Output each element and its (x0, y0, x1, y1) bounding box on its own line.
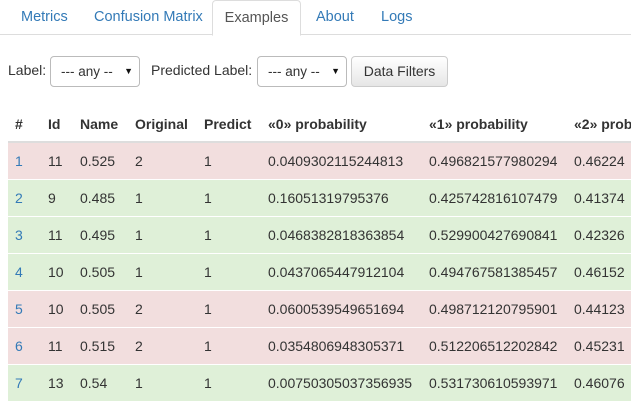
tab-logs[interactable]: Logs (381, 0, 412, 35)
cell-prob-0: 0.0409302115244813 (268, 153, 404, 169)
cell-predict: 1 (204, 153, 212, 169)
cell-predict: 1 (204, 190, 212, 206)
cell-prob-1: 0.425742816107479 (429, 190, 558, 206)
examples-table: # Id Name Original Predict «0» probabili… (8, 106, 631, 402)
cell-prob-0: 0.00750305037356935 (268, 375, 413, 391)
tab-metrics[interactable]: Metrics (21, 0, 68, 35)
column-header-name: Name (80, 116, 119, 132)
predicted-label-filter-label: Predicted Label: (151, 62, 253, 78)
cell-prob-2: 0.46076 (574, 375, 625, 391)
cell-id: 9 (48, 190, 56, 206)
cell-id: 11 (48, 338, 63, 354)
cell-prob-0: 0.0600539549651694 (268, 301, 405, 317)
cell-prob-0: 0.0437065447912104 (268, 264, 405, 280)
cell-prob-2: 0.44123 (574, 301, 625, 317)
cell-prob-2: 0.41374 (574, 190, 625, 206)
label-select[interactable]: --- any -- ▼ (50, 56, 140, 87)
cell-original: 1 (135, 190, 143, 206)
tab-examples[interactable]: Examples (212, 0, 301, 36)
chevron-down-icon: ▼ (124, 66, 133, 76)
cell-id: 11 (48, 153, 63, 169)
cell-original: 2 (135, 153, 143, 169)
cell-predict: 1 (204, 338, 212, 354)
table-row: 2 9 0.485 1 1 0.16051319795376 0.4257428161074… (8, 180, 631, 217)
column-header-index: # (15, 116, 23, 132)
cell-prob-2: 0.46224 (574, 153, 625, 169)
cell-predict: 1 (204, 301, 212, 317)
cell-prob-1: 0.512206512202842 (429, 338, 558, 354)
cell-name: 0.495 (80, 227, 116, 243)
cell-predict: 1 (204, 264, 212, 280)
table-body: 1 11 0.525 2 1 0.0409302115244813 0.4968215779… (8, 143, 631, 402)
cell-name: 0.505 (80, 264, 116, 280)
cell-prob-1: 0.498712120795901 (429, 301, 558, 317)
tab-about[interactable]: About (316, 0, 354, 35)
column-header-predict: Predict (204, 116, 252, 132)
table-row: 7 13 0.54 1 1 0.00750305037356935 0.5317306105… (8, 365, 631, 402)
cell-prob-1: 0.496821577980294 (429, 153, 558, 169)
cell-prob-1: 0.494767581385457 (429, 264, 558, 280)
table-row: 6 11 0.515 2 1 0.0354806948305371 0.5122065122… (8, 328, 631, 365)
cell-id: 11 (48, 227, 63, 243)
cell-name: 0.54 (80, 375, 108, 391)
predicted-label-select-value: --- any -- (268, 64, 320, 79)
cell-original: 2 (135, 301, 143, 317)
cell-name: 0.485 (80, 190, 116, 206)
cell-original: 1 (135, 375, 143, 391)
column-header-prob-2: «2» prob (574, 116, 631, 132)
cell-id: 10 (48, 301, 64, 317)
cell-prob-1: 0.531730610593971 (429, 375, 558, 391)
cell-original: 2 (135, 338, 143, 354)
column-header-original: Original (135, 116, 188, 132)
label-select-value: --- any -- (61, 64, 113, 79)
row-index-link[interactable]: 1 (15, 143, 23, 179)
row-index-link[interactable]: 3 (15, 217, 23, 253)
predicted-label-select[interactable]: --- any -- ▼ (257, 56, 347, 87)
row-index-link[interactable]: 2 (15, 180, 23, 216)
cell-prob-2: 0.45231 (574, 338, 625, 354)
label-filter-label: Label: (8, 62, 47, 78)
data-filters-button[interactable]: Data Filters (351, 56, 448, 87)
row-index-link[interactable]: 4 (15, 254, 23, 290)
cell-original: 1 (135, 227, 143, 243)
cell-prob-2: 0.46152 (574, 264, 625, 280)
table-row: 3 11 0.495 1 1 0.0468382818363854 0.5299004276… (8, 217, 631, 254)
cell-name: 0.505 (80, 301, 116, 317)
cell-id: 13 (48, 375, 64, 391)
column-header-id: Id (48, 116, 61, 132)
cell-predict: 1 (204, 227, 212, 243)
cell-prob-2: 0.42326 (574, 227, 625, 243)
cell-name: 0.515 (80, 338, 116, 354)
table-row: 4 10 0.505 1 1 0.0437065447912104 0.4947675813… (8, 254, 631, 291)
row-index-link[interactable]: 6 (15, 328, 23, 364)
row-index-link[interactable]: 5 (15, 291, 23, 327)
table-header: # Id Name Original Predict «0» probabili… (8, 106, 631, 143)
cell-original: 1 (135, 264, 143, 280)
chevron-down-icon: ▼ (331, 66, 340, 76)
cell-prob-0: 0.0468382818363854 (268, 227, 405, 243)
cell-prob-1: 0.529900427690841 (429, 227, 558, 243)
column-header-prob-1: «1» probability (429, 116, 528, 132)
cell-prob-0: 0.16051319795376 (268, 190, 389, 206)
row-index-link[interactable]: 7 (15, 365, 23, 401)
tab-confusion-matrix[interactable]: Confusion Matrix (94, 0, 203, 35)
cell-predict: 1 (204, 375, 212, 391)
cell-name: 0.525 (80, 153, 116, 169)
column-header-prob-0: «0» probability (268, 116, 367, 132)
table-row: 1 11 0.525 2 1 0.0409302115244813 0.4968215779… (8, 143, 631, 180)
table-row: 5 10 0.505 2 1 0.0600539549651694 0.4987121207… (8, 291, 631, 328)
cell-prob-0: 0.0354806948305371 (268, 338, 405, 354)
tab-bar: Metrics Confusion Matrix Examples About … (0, 0, 631, 36)
cell-id: 10 (48, 264, 64, 280)
